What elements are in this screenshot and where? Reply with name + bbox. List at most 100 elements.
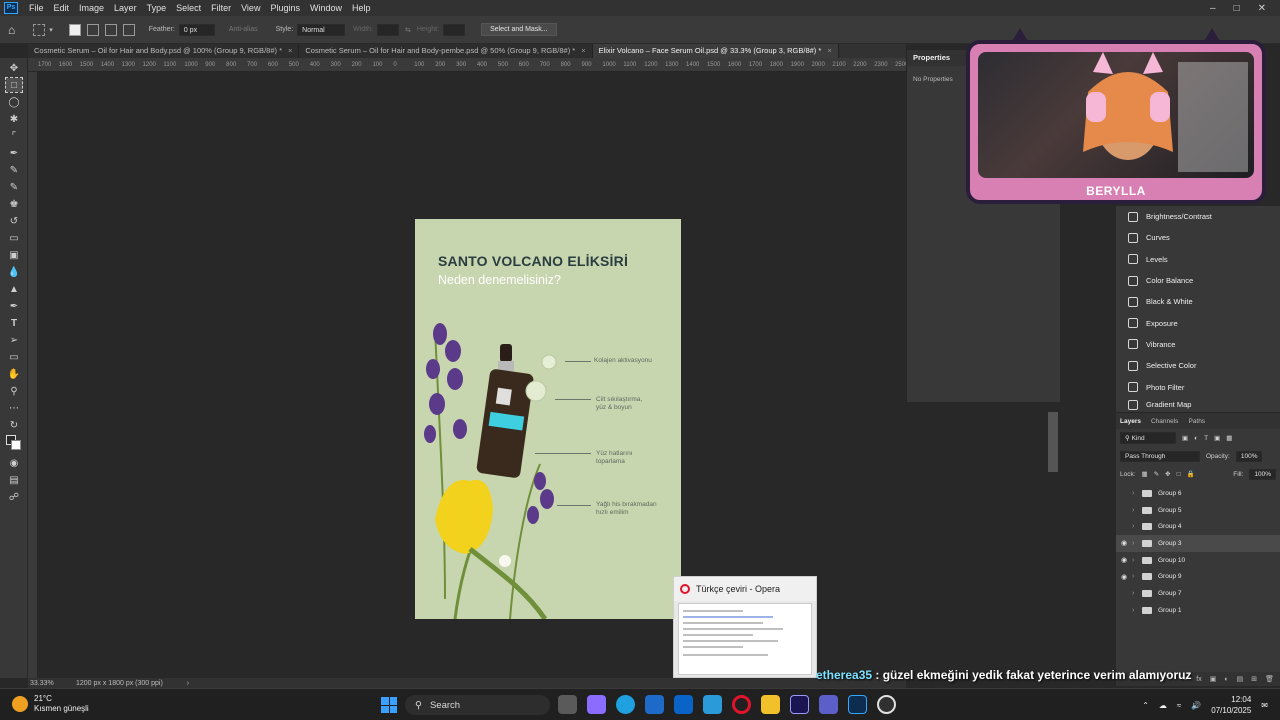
close-tab-icon[interactable]: × bbox=[288, 46, 292, 55]
monitor-icon[interactable] bbox=[703, 695, 722, 714]
zoom-level[interactable]: 33.33% bbox=[30, 680, 74, 687]
adjustment-color-balance[interactable]: Color Balance bbox=[1116, 270, 1280, 291]
subtract-selection-icon[interactable] bbox=[104, 23, 117, 36]
feather-input[interactable]: 0 px bbox=[178, 23, 215, 36]
volume-icon[interactable]: 🔊 bbox=[1191, 701, 1201, 710]
swap-colors-icon[interactable]: ↻ bbox=[6, 418, 22, 432]
opera-window-preview[interactable]: Türkçe çeviri - Opera bbox=[673, 576, 817, 678]
notification-bell-icon[interactable]: ✉ bbox=[1261, 701, 1268, 710]
edge-icon[interactable] bbox=[616, 695, 635, 714]
shape-tool-icon[interactable]: ▭ bbox=[6, 350, 22, 364]
chevron-right-icon[interactable]: › bbox=[187, 680, 189, 687]
menu-select[interactable]: Select bbox=[171, 0, 206, 16]
explorer-icon[interactable] bbox=[761, 695, 780, 714]
menu-help[interactable]: Help bbox=[347, 0, 376, 16]
clone-stamp-icon[interactable]: ♚ bbox=[6, 197, 22, 211]
menu-edit[interactable]: Edit bbox=[49, 0, 75, 16]
layer-row[interactable]: › Group 1 bbox=[1116, 602, 1280, 619]
menu-view[interactable]: View bbox=[236, 0, 265, 16]
magic-wand-icon[interactable]: ✱ bbox=[6, 112, 22, 126]
marquee-tool-icon[interactable]: □ bbox=[5, 77, 23, 93]
close-tab-icon[interactable]: × bbox=[827, 46, 831, 55]
pixel-filter-icon[interactable]: ▣ bbox=[1182, 434, 1188, 442]
photoshop-icon[interactable] bbox=[848, 695, 867, 714]
height-input[interactable] bbox=[443, 23, 466, 36]
adjustment-brightness-contrast[interactable]: Brightness/Contrast bbox=[1116, 206, 1280, 227]
share-icon[interactable]: ☍ bbox=[6, 490, 22, 504]
close-icon[interactable]: ✕ bbox=[1258, 3, 1266, 14]
chevron-up-icon[interactable]: ⌃ bbox=[1142, 701, 1149, 710]
background-color[interactable] bbox=[11, 440, 21, 450]
layer-row[interactable]: › Group 5 bbox=[1116, 502, 1280, 519]
opacity-input[interactable]: 100% bbox=[1235, 450, 1263, 462]
menu-window[interactable]: Window bbox=[305, 0, 347, 16]
close-tab-icon[interactable]: × bbox=[581, 46, 585, 55]
screen-mode-icon[interactable]: ▤ bbox=[6, 473, 22, 487]
document-tab[interactable]: Cosmetic Serum – Oil for Hair and Body.p… bbox=[28, 44, 300, 58]
gradient-tool-icon[interactable]: ▣ bbox=[6, 248, 22, 262]
folder-icon[interactable]: ▤ bbox=[1237, 675, 1244, 683]
eye-icon[interactable]: ◉ bbox=[1116, 539, 1132, 547]
eye-icon[interactable]: ◉ bbox=[1116, 573, 1132, 581]
copilot-icon[interactable] bbox=[587, 695, 606, 714]
scrollbar[interactable] bbox=[1048, 412, 1058, 472]
intersect-selection-icon[interactable] bbox=[122, 23, 135, 36]
menu-layer[interactable]: Layer bbox=[109, 0, 142, 16]
path-selection-icon[interactable]: ➢ bbox=[6, 333, 22, 347]
layer-row[interactable]: › Group 7 bbox=[1116, 585, 1280, 602]
menu-filter[interactable]: Filter bbox=[206, 0, 236, 16]
adjustment-levels[interactable]: Levels bbox=[1116, 249, 1280, 270]
hand-tool-icon[interactable]: ✋ bbox=[6, 367, 22, 381]
lock-position-icon[interactable]: ✥ bbox=[1165, 470, 1170, 478]
taskbar-search[interactable]: ⚲ Search bbox=[405, 695, 550, 715]
swap-icon[interactable]: ⇆ bbox=[405, 26, 411, 34]
menu-image[interactable]: Image bbox=[74, 0, 109, 16]
adjustment-filter-icon[interactable]: ◐ bbox=[1194, 435, 1198, 442]
home-icon[interactable]: ⌂ bbox=[8, 23, 15, 37]
chevron-right-icon[interactable]: › bbox=[1132, 540, 1142, 547]
adjustment-curves[interactable]: Curves bbox=[1116, 227, 1280, 248]
lasso-tool-icon[interactable]: ◯ bbox=[6, 95, 22, 109]
layer-row[interactable]: ◉ › Group 9 bbox=[1116, 568, 1280, 585]
document-tab[interactable]: Cosmetic Serum – Oil for Hair and Body-p… bbox=[299, 44, 593, 58]
teams-icon[interactable] bbox=[819, 695, 838, 714]
quick-mask-icon[interactable]: ◉ bbox=[6, 456, 22, 470]
tab-channels[interactable]: Channels bbox=[1151, 418, 1178, 425]
tab-paths[interactable]: Paths bbox=[1188, 418, 1205, 425]
blend-mode-select[interactable]: Pass Through bbox=[1120, 450, 1200, 462]
document-tab-active[interactable]: Elixir Volcano – Face Serum Oil.psd @ 33… bbox=[592, 44, 839, 58]
lock-all-icon[interactable]: 🔒 bbox=[1187, 470, 1195, 478]
eyedropper-icon[interactable]: ✒ bbox=[6, 146, 22, 160]
type-tool-icon[interactable]: T bbox=[6, 316, 22, 330]
lock-artboard-icon[interactable]: □ bbox=[1177, 471, 1181, 478]
adjustment-exposure[interactable]: Exposure bbox=[1116, 312, 1280, 333]
trash-icon[interactable]: 🗑 bbox=[1265, 675, 1274, 683]
width-input[interactable] bbox=[377, 23, 399, 36]
new-selection-icon[interactable] bbox=[68, 23, 81, 36]
wifi-icon[interactable]: ≈ bbox=[1177, 701, 1181, 710]
chevron-right-icon[interactable]: › bbox=[1132, 557, 1142, 564]
healing-brush-icon[interactable]: ✎ bbox=[6, 163, 22, 177]
adjustment-photo-filter[interactable]: Photo Filter bbox=[1116, 376, 1280, 397]
kind-filter-select[interactable]: ⚲ Kind bbox=[1120, 432, 1176, 444]
dodge-tool-icon[interactable]: ▲ bbox=[6, 282, 22, 296]
adjustment-gradient-map[interactable]: Gradient Map bbox=[1116, 398, 1280, 412]
style-select[interactable]: Normal bbox=[297, 23, 346, 36]
artboard[interactable]: SANTO VOLCANO ELİKSİRİ Neden denemelisin… bbox=[415, 219, 681, 619]
adjustment-vibrance[interactable]: Vibrance bbox=[1116, 334, 1280, 355]
shape-filter-icon[interactable]: ▣ bbox=[1214, 434, 1220, 442]
chevron-right-icon[interactable]: › bbox=[1132, 590, 1142, 597]
chevron-right-icon[interactable]: › bbox=[1132, 490, 1142, 497]
network-icon[interactable]: ☁ bbox=[1159, 701, 1167, 710]
add-selection-icon[interactable] bbox=[86, 23, 99, 36]
lock-pixels-icon[interactable]: ▦ bbox=[1142, 470, 1148, 478]
move-tool-icon[interactable]: ✥ bbox=[6, 61, 22, 75]
color-swatches[interactable] bbox=[6, 435, 22, 453]
adjustment-selective-color[interactable]: Selective Color bbox=[1116, 355, 1280, 376]
adjustment-black-white[interactable]: Black & White bbox=[1116, 291, 1280, 312]
crop-tool-icon[interactable]: ⌜ bbox=[6, 129, 22, 143]
after-effects-icon[interactable] bbox=[790, 695, 809, 714]
menu-plugins[interactable]: Plugins bbox=[265, 0, 305, 16]
antialias-checkbox[interactable]: Anti-alias bbox=[229, 26, 258, 33]
zoom-tool-icon[interactable]: ⚲ bbox=[6, 384, 22, 398]
